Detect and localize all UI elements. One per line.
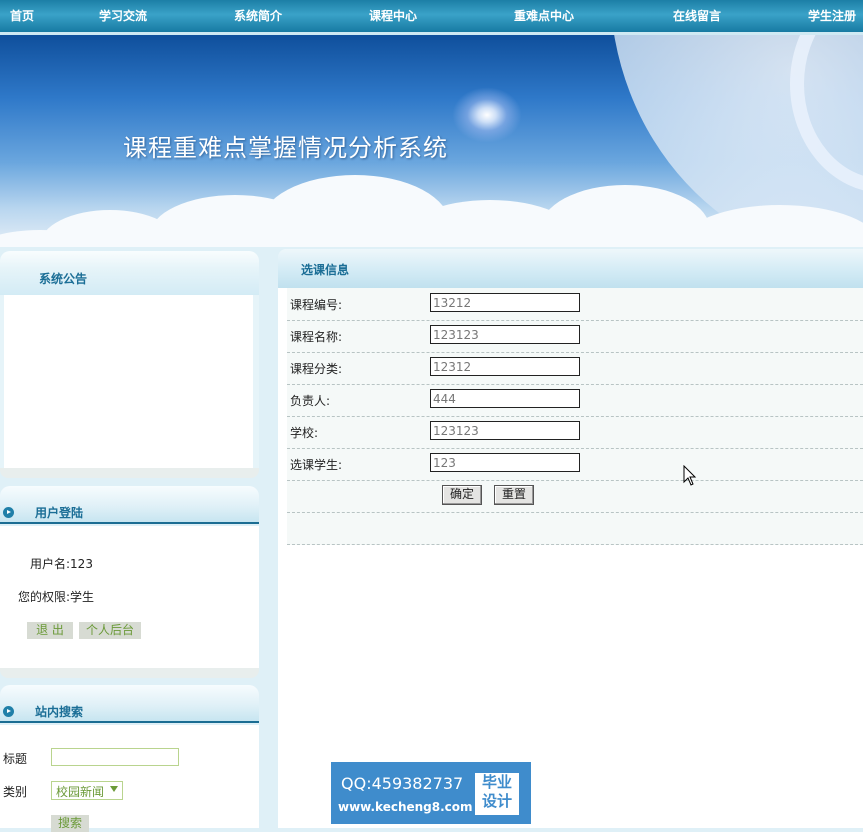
search-button[interactable]: 搜索: [51, 815, 89, 832]
username-value: 123: [70, 557, 93, 571]
header-divider: [0, 721, 259, 723]
role-label: 您的权限:: [18, 590, 71, 604]
role-value: 学生: [70, 590, 95, 604]
chevron-down-icon: [110, 786, 118, 792]
course-id-label: 课程编号:: [290, 298, 343, 312]
form-row-school: 学校:: [287, 416, 863, 449]
bullet-arrow-icon: [3, 706, 14, 717]
banner-title: 课程重难点掌握情况分析系统: [123, 134, 448, 162]
username-row: 用户名:123: [30, 555, 93, 572]
category-selected-value: 校园新闻: [56, 785, 105, 799]
watermark: QQ:459382737 www.kecheng8.com 毕业 设计: [331, 762, 531, 824]
form-row-enrolled-student: 选课学生:: [287, 448, 863, 481]
course-category-label: 课程分类:: [290, 362, 343, 376]
enrolled-student-input[interactable]: [430, 453, 580, 472]
announcement-header: 系统公告: [0, 251, 259, 295]
top-nav: 首页 学习交流 系统简介 课程中心 重难点中心 在线留言 学生注册: [0, 0, 863, 35]
mouse-cursor-icon: [683, 465, 697, 486]
person-in-charge-input[interactable]: [430, 389, 580, 408]
login-panel-footer: [0, 668, 259, 678]
watermark-qq: QQ:459382737: [341, 774, 464, 793]
announcement-title: 系统公告: [39, 272, 88, 286]
search-title-input[interactable]: [51, 748, 179, 766]
course-category-input[interactable]: [430, 357, 580, 376]
search-category-label: 类别: [3, 785, 28, 799]
bullet-arrow-icon: [3, 507, 14, 518]
course-name-input[interactable]: [430, 325, 580, 344]
personal-backend-button[interactable]: 个人后台: [79, 622, 141, 639]
role-row: 您的权限:学生: [18, 588, 94, 605]
form-row-course-category: 课程分类:: [287, 352, 863, 385]
search-panel-body: 标题 类别 校园新闻 搜索: [0, 725, 259, 832]
announcement-footer: [0, 468, 259, 478]
person-in-charge-label: 负责人:: [290, 394, 331, 408]
nav-item-home[interactable]: 首页: [10, 7, 34, 24]
nav-item-course-center[interactable]: 课程中心: [369, 7, 417, 24]
school-input[interactable]: [430, 421, 580, 440]
course-name-label: 课程名称:: [290, 330, 343, 344]
form-row-course-name: 课程名称:: [287, 320, 863, 353]
form-row-course-id: 课程编号:: [287, 288, 863, 321]
watermark-url: www.kecheng8.com: [338, 800, 473, 814]
nav-item-key-points-center[interactable]: 重难点中心: [514, 7, 574, 24]
watermark-badge: 毕业 设计: [475, 773, 519, 815]
login-header: 用户登陆: [0, 486, 259, 524]
category-select[interactable]: 校园新闻: [51, 781, 123, 800]
nav-item-learning-exchange[interactable]: 学习交流: [99, 7, 147, 24]
banner: 课程重难点掌握情况分析系统: [0, 35, 863, 247]
galaxy-graphic: [452, 87, 522, 143]
nav-item-system-intro[interactable]: 系统简介: [234, 7, 282, 24]
section-header: 选课信息: [278, 249, 863, 289]
login-title: 用户登陆: [35, 506, 84, 520]
search-title-label: 标题: [3, 752, 28, 766]
watermark-badge-line1: 毕业: [481, 773, 512, 791]
nav-item-online-message[interactable]: 在线留言: [673, 7, 721, 24]
header-divider: [0, 522, 259, 524]
section-title: 选课信息: [301, 263, 350, 277]
course-id-input[interactable]: [430, 293, 580, 312]
watermark-badge-line2: 设计: [481, 792, 512, 810]
search-title: 站内搜索: [35, 705, 84, 719]
announcement-content: [0, 295, 259, 468]
cloud-graphic: [680, 205, 863, 247]
login-panel-body: 用户名:123 您的权限:学生 退 出 个人后台: [0, 526, 259, 668]
form-row-actions: 确定 重置: [287, 480, 863, 513]
logout-button[interactable]: 退 出: [27, 622, 73, 639]
school-label: 学校:: [290, 426, 319, 440]
username-label: 用户名:: [30, 557, 71, 571]
search-header: 站内搜索: [0, 685, 259, 723]
enrolled-student-label: 选课学生:: [290, 458, 343, 472]
nav-item-student-register[interactable]: 学生注册: [808, 7, 856, 24]
confirm-button[interactable]: 确定: [442, 485, 482, 505]
form-row-person-in-charge: 负责人:: [287, 384, 863, 417]
reset-button[interactable]: 重置: [494, 485, 534, 505]
form-row-empty: [287, 512, 863, 545]
